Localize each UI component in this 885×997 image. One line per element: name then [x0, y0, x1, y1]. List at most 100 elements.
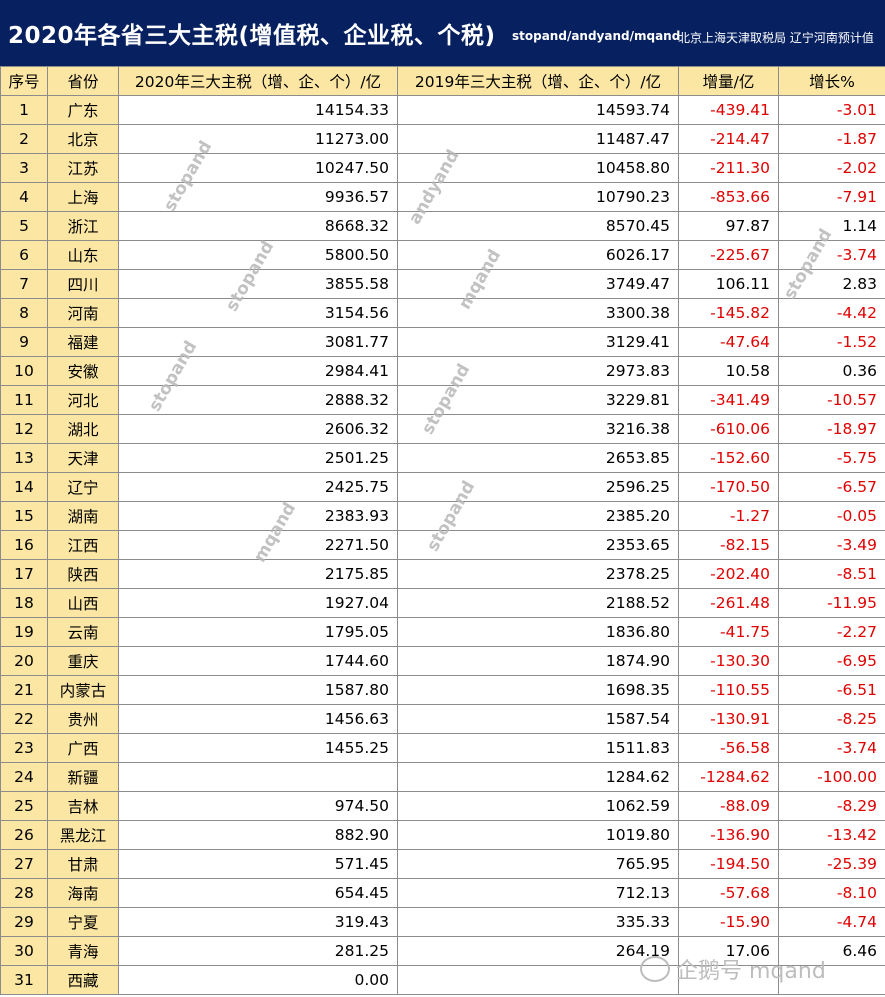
row-value-2020: 281.25 [118, 936, 398, 966]
row-index: 6 [0, 240, 48, 270]
table-row: 9 福建 3081.77 3129.41 -47.64 -1.52 [0, 327, 885, 357]
row-province: 广西 [47, 733, 119, 763]
row-province: 云南 [47, 617, 119, 647]
row-province: 福建 [47, 327, 119, 357]
row-growth: -3.74 [778, 240, 885, 270]
table-row: 24 新疆 1284.62 -1284.62 -100.00 [0, 762, 885, 792]
row-increase: -130.30 [678, 646, 779, 676]
row-growth: -6.95 [778, 646, 885, 676]
row-value-2020: 571.45 [118, 849, 398, 879]
row-value-2019: 1019.80 [397, 820, 679, 850]
row-province: 山西 [47, 588, 119, 618]
row-value-2019: 1698.35 [397, 675, 679, 705]
row-growth: -2.02 [778, 153, 885, 183]
row-increase: -1284.62 [678, 762, 779, 792]
row-increase: -15.90 [678, 907, 779, 937]
row-index: 8 [0, 298, 48, 328]
row-value-2019: 2385.20 [397, 501, 679, 531]
row-value-2020: 3081.77 [118, 327, 398, 357]
title-bar: 2020年各省三大主税(增值税、企业税、个税) stopand/andyand/… [0, 0, 885, 66]
row-growth: -100.00 [778, 762, 885, 792]
row-growth: -5.75 [778, 443, 885, 473]
row-value-2019: 3129.41 [397, 327, 679, 357]
row-growth: -13.42 [778, 820, 885, 850]
row-increase: 97.87 [678, 211, 779, 241]
row-value-2019 [397, 965, 679, 995]
row-province: 吉林 [47, 791, 119, 821]
row-increase: 17.06 [678, 936, 779, 966]
row-value-2020: 974.50 [118, 791, 398, 821]
row-index: 27 [0, 849, 48, 879]
table-row: 2 北京 11273.00 11487.47 -214.47 -1.87 [0, 124, 885, 154]
row-growth [778, 965, 885, 995]
row-index: 12 [0, 414, 48, 444]
row-index: 20 [0, 646, 48, 676]
row-growth: -11.95 [778, 588, 885, 618]
table-row: 6 山东 5800.50 6026.17 -225.67 -3.74 [0, 240, 885, 270]
row-value-2020: 1587.80 [118, 675, 398, 705]
row-growth: -1.87 [778, 124, 885, 154]
row-value-2020: 1456.63 [118, 704, 398, 734]
row-increase: -145.82 [678, 298, 779, 328]
row-growth: -1.52 [778, 327, 885, 357]
header-2020: 2020年三大主税（增、企、个）/亿 [118, 66, 398, 96]
table-row: 26 黑龙江 882.90 1019.80 -136.90 -13.42 [0, 820, 885, 850]
row-growth: -6.57 [778, 472, 885, 502]
row-increase: -225.67 [678, 240, 779, 270]
row-value-2020: 11273.00 [118, 124, 398, 154]
row-province: 宁夏 [47, 907, 119, 937]
row-index: 25 [0, 791, 48, 821]
row-value-2020: 2271.50 [118, 530, 398, 560]
row-index: 30 [0, 936, 48, 966]
row-growth: 1.14 [778, 211, 885, 241]
row-value-2020: 1744.60 [118, 646, 398, 676]
row-growth: -0.05 [778, 501, 885, 531]
row-value-2019: 1836.80 [397, 617, 679, 647]
row-growth: 0.36 [778, 356, 885, 386]
table-row: 7 四川 3855.58 3749.47 106.11 2.83 [0, 269, 885, 299]
row-value-2020: 8668.32 [118, 211, 398, 241]
row-value-2019: 3216.38 [397, 414, 679, 444]
row-increase: -82.15 [678, 530, 779, 560]
row-value-2020: 9936.57 [118, 182, 398, 212]
row-index: 14 [0, 472, 48, 502]
table-row: 18 山西 1927.04 2188.52 -261.48 -11.95 [0, 588, 885, 618]
row-province: 江苏 [47, 153, 119, 183]
row-value-2019: 3749.47 [397, 269, 679, 299]
row-index: 29 [0, 907, 48, 937]
row-index: 2 [0, 124, 48, 154]
row-index: 28 [0, 878, 48, 908]
header-index: 序号 [0, 66, 48, 96]
table-row: 28 海南 654.45 712.13 -57.68 -8.10 [0, 878, 885, 908]
row-index: 24 [0, 762, 48, 792]
row-growth: -18.97 [778, 414, 885, 444]
table-row: 29 宁夏 319.43 335.33 -15.90 -4.74 [0, 907, 885, 937]
row-value-2019: 1587.54 [397, 704, 679, 734]
row-value-2020: 1455.25 [118, 733, 398, 763]
table-row: 3 江苏 10247.50 10458.80 -211.30 -2.02 [0, 153, 885, 183]
row-value-2019: 2353.65 [397, 530, 679, 560]
row-value-2019: 2596.25 [397, 472, 679, 502]
row-province: 北京 [47, 124, 119, 154]
row-growth: -3.01 [778, 95, 885, 125]
row-province: 重庆 [47, 646, 119, 676]
table-row: 14 辽宁 2425.75 2596.25 -170.50 -6.57 [0, 472, 885, 502]
table-row: 11 河北 2888.32 3229.81 -341.49 -10.57 [0, 385, 885, 415]
row-province: 辽宁 [47, 472, 119, 502]
table-row: 17 陕西 2175.85 2378.25 -202.40 -8.51 [0, 559, 885, 589]
row-index: 17 [0, 559, 48, 589]
row-index: 19 [0, 617, 48, 647]
table-row: 15 湖南 2383.93 2385.20 -1.27 -0.05 [0, 501, 885, 531]
table-row: 16 江西 2271.50 2353.65 -82.15 -3.49 [0, 530, 885, 560]
row-value-2020: 2606.32 [118, 414, 398, 444]
header-2019: 2019年三大主税（增、企、个）/亿 [397, 66, 679, 96]
tax-table: 序号 省份 2020年三大主税（增、企、个）/亿 2019年三大主税（增、企、个… [0, 66, 885, 995]
table-row: 10 安徽 2984.41 2973.83 10.58 0.36 [0, 356, 885, 386]
row-province: 湖北 [47, 414, 119, 444]
row-province: 四川 [47, 269, 119, 299]
row-value-2020: 882.90 [118, 820, 398, 850]
subtitle: stopand/andyand/mqand [512, 29, 681, 43]
row-increase: 10.58 [678, 356, 779, 386]
row-increase: -110.55 [678, 675, 779, 705]
row-growth: 2.83 [778, 269, 885, 299]
